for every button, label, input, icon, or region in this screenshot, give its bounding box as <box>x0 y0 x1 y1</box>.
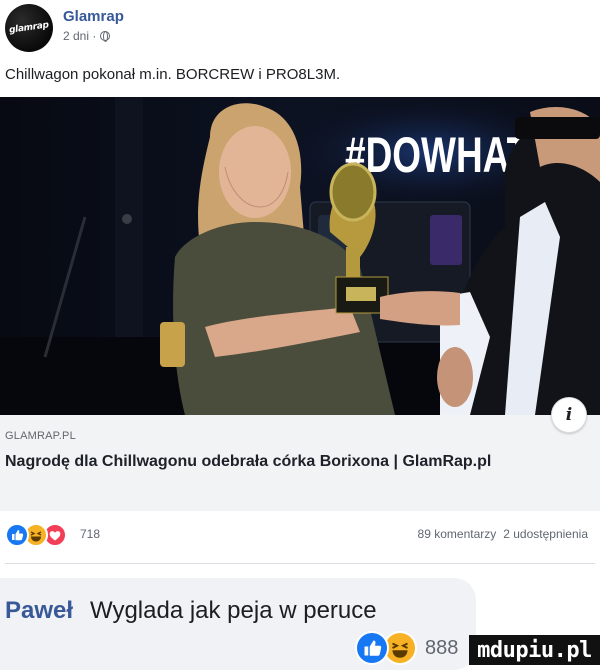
globe-icon <box>100 31 111 42</box>
post-text: Chillwagon pokonał m.in. BORCREW i PRO8L… <box>5 66 341 83</box>
divider <box>5 563 595 564</box>
comments-count-link[interactable]: 89 komentarzy <box>418 527 497 541</box>
like-icon <box>355 631 389 665</box>
like-icon <box>5 523 29 547</box>
reaction-count[interactable]: 718 <box>80 527 100 541</box>
info-icon[interactable]: i <box>551 397 587 433</box>
post-stats: 89 komentarzy 2 udostępnienia <box>418 527 588 541</box>
comment-author-link[interactable]: Paweł <box>5 597 73 625</box>
comment-text: Wyglada jak peja w peruce <box>90 597 377 624</box>
link-domain: GLAMRAP.PL <box>5 430 76 442</box>
reactions-bar: 718 89 komentarzy 2 udostępnienia <box>0 520 600 548</box>
comment-reaction-count: 888 <box>425 636 459 659</box>
avatar-logo-text: glamrap <box>8 20 50 36</box>
reaction-icons[interactable] <box>5 523 67 547</box>
comment-reactions[interactable]: 888 <box>355 631 458 665</box>
page-name-link[interactable]: Glamrap <box>63 8 124 25</box>
page-avatar[interactable]: glamrap <box>5 4 53 52</box>
post-time[interactable]: 2 dni · <box>63 29 96 43</box>
photo-illustration: #DOWHATM <box>0 97 600 415</box>
post-header: glamrap Glamrap 2 dni · <box>5 4 595 52</box>
post-meta: 2 dni · <box>63 29 111 43</box>
link-headline[interactable]: Nagrodę dla Chillwagonu odebrała córka B… <box>5 451 525 473</box>
post-photo[interactable]: #DOWHATM <box>0 97 600 415</box>
watermark-logo: mdupiu.pl <box>469 635 600 665</box>
link-preview[interactable]: GLAMRAP.PL Nagrodę dla Chillwagonu odebr… <box>0 397 600 511</box>
shares-count-link[interactable]: 2 udostępnienia <box>503 527 588 541</box>
